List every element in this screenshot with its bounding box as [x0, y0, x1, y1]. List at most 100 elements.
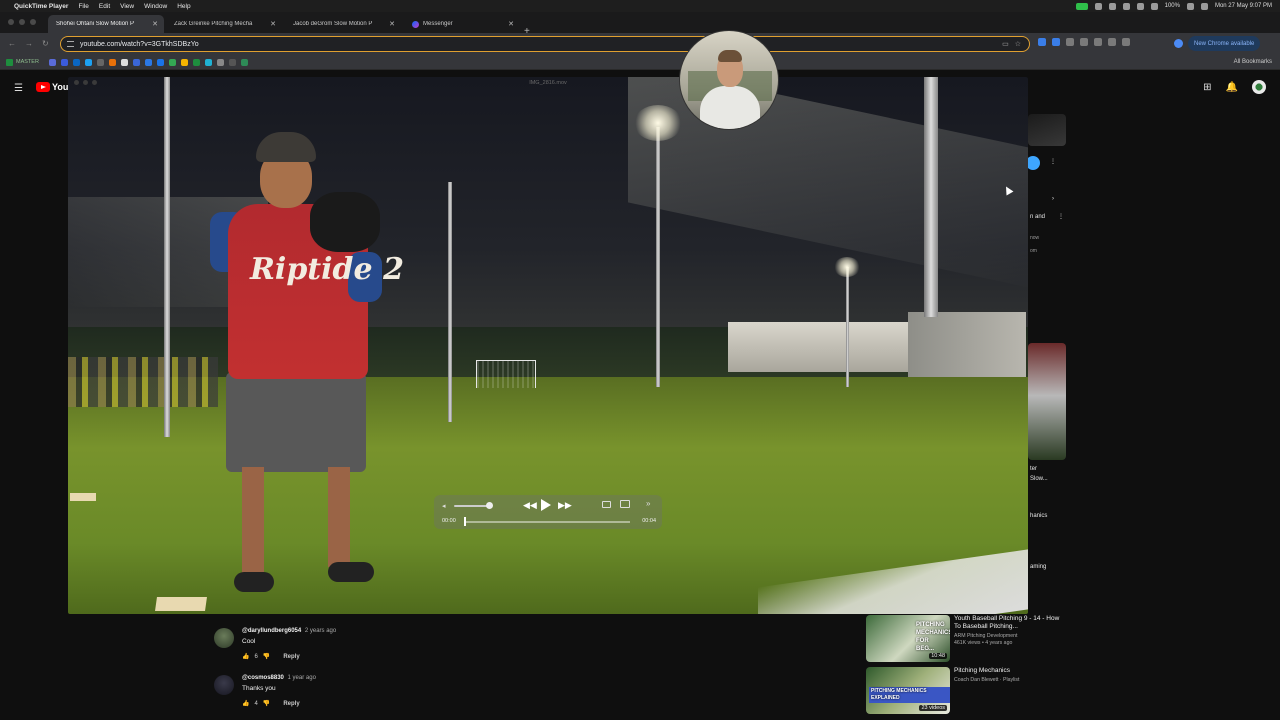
like-icon[interactable]: 👍	[242, 700, 249, 707]
close-tab-icon[interactable]: ✕	[389, 20, 395, 28]
recommendation-thumbnail[interactable]: PITCHING MECHANICS FOR BEG... 10:48	[866, 615, 950, 662]
status-icon[interactable]	[1122, 2, 1130, 10]
reply-button[interactable]: Reply	[283, 654, 299, 660]
bookmark-icon[interactable]	[120, 58, 128, 66]
recommendation-channel[interactable]: Coach Dan Blewett · Playlist	[954, 677, 1064, 684]
new-chrome-available-button[interactable]: New Chrome available	[1188, 36, 1261, 51]
minimize-window-icon[interactable]	[19, 19, 25, 25]
menu-edit[interactable]: Edit	[99, 3, 110, 10]
play-icon[interactable]	[541, 499, 551, 511]
dislike-icon[interactable]: 👎	[263, 700, 270, 707]
volume-icon[interactable]	[1150, 2, 1158, 10]
close-tab-icon[interactable]: ✕	[508, 20, 514, 28]
recommendation-thumbnail[interactable]: PITCHING MECHANICS EXPLAINED 23 videos	[866, 667, 950, 714]
tab-0[interactable]: Shohei Ohtani Slow Motion P ✕	[48, 15, 164, 92]
quicktime-titlebar[interactable]: IMG_2816.mov	[68, 77, 1028, 89]
bookmark-icon[interactable]	[48, 58, 56, 66]
bookmark-icon[interactable]	[96, 58, 104, 66]
tab-2[interactable]: Jacob deGrom Slow Motion P ✕	[285, 15, 401, 92]
extension-icon[interactable]	[1052, 38, 1060, 46]
notifications-bell-icon[interactable]: 🔔	[1226, 82, 1238, 93]
recommendation-channel[interactable]: ARM Pitching Development	[954, 633, 1064, 640]
bookmark-star-icon[interactable]: ☆	[1015, 40, 1021, 48]
reply-button[interactable]: Reply	[283, 701, 299, 707]
more-options-icon[interactable]: ⋮	[1058, 213, 1064, 221]
rewind-icon[interactable]: ◀◀	[523, 500, 537, 511]
volume-icon[interactable]: ◂	[442, 502, 446, 510]
bookmark-icon[interactable]	[168, 58, 176, 66]
webcam-overlay[interactable]	[679, 30, 779, 130]
recommendation-item[interactable]: PITCHING MECHANICS EXPLAINED 23 videos P…	[866, 667, 1064, 714]
tab-1[interactable]: Zack Greinke Pitching Mecha ✕	[166, 15, 282, 92]
extension-icon[interactable]	[1108, 38, 1116, 46]
address-url[interactable]: youtube.com/watch?v=3GTkhSDBzYo	[80, 41, 199, 48]
extensions-menu-icon[interactable]	[1122, 38, 1130, 46]
more-options-icon[interactable]: ⋮	[1050, 158, 1056, 166]
sidebar-thumbnail[interactable]	[1028, 114, 1066, 146]
zoom-window-icon[interactable]	[30, 19, 36, 25]
bookmark-icon[interactable]	[192, 58, 200, 66]
bookmark-icon[interactable]	[144, 58, 152, 66]
quicktime-player-window[interactable]: IMG_2816.mov Riptide 2 ◂ ◀◀ ▶▶ » 00:00 0…	[68, 77, 1028, 614]
all-bookmarks[interactable]: All Bookmarks	[1234, 59, 1272, 65]
fast-forward-icon[interactable]: ▶▶	[558, 500, 572, 511]
menu-app-name[interactable]: QuickTime Player	[14, 3, 68, 10]
bookmark-icon[interactable]	[204, 58, 212, 66]
bookmark-icon[interactable]	[60, 58, 68, 66]
status-icon[interactable]	[1108, 2, 1116, 10]
playhead[interactable]	[464, 517, 466, 526]
extension-icon[interactable]	[1080, 38, 1088, 46]
bookmark-icon[interactable]	[132, 58, 140, 66]
bookmark-icon[interactable]	[84, 58, 92, 66]
close-window-icon[interactable]	[74, 80, 79, 85]
comment-avatar[interactable]	[214, 628, 234, 648]
picture-in-picture-icon[interactable]	[620, 500, 630, 508]
comment-username[interactable]: @cosmos8830	[242, 675, 284, 681]
install-app-icon[interactable]: ▭	[1002, 40, 1009, 48]
like-icon[interactable]: 👍	[242, 653, 249, 660]
tab-3[interactable]: Messenger ✕	[404, 15, 520, 33]
recommendation-title[interactable]: Pitching Mechanics	[954, 667, 1064, 675]
bookmark-icon[interactable]	[156, 58, 164, 66]
sidebar-thumbnail[interactable]	[1028, 343, 1066, 460]
status-icon[interactable]	[1136, 2, 1144, 10]
bookmark-icon[interactable]	[216, 58, 224, 66]
comment-date[interactable]: 2 years ago	[305, 628, 336, 634]
comment-avatar[interactable]	[214, 675, 234, 695]
subscribe-button[interactable]	[1026, 156, 1040, 170]
zoom-window-icon[interactable]	[92, 80, 97, 85]
scrub-bar[interactable]	[464, 521, 630, 523]
site-info-icon[interactable]	[67, 41, 74, 47]
bookmark-icon[interactable]	[228, 58, 236, 66]
menu-help[interactable]: Help	[177, 3, 190, 10]
facetime-icon[interactable]	[1075, 2, 1088, 10]
dislike-icon[interactable]: 👎	[263, 653, 270, 660]
close-tab-icon[interactable]: ✕	[152, 20, 158, 28]
linkedin-icon[interactable]	[72, 58, 80, 66]
bookmark-icon[interactable]	[180, 58, 188, 66]
comment-username[interactable]: @daryllundberg6054	[242, 628, 301, 634]
airplay-icon[interactable]	[602, 501, 611, 508]
recommendation-title[interactable]: Youth Baseball Pitching 9 - 14 - How To …	[954, 615, 1064, 631]
reload-icon[interactable]: ↻	[42, 39, 49, 48]
bookmark-icon[interactable]	[108, 58, 116, 66]
extension-icon[interactable]	[1038, 38, 1046, 46]
menubar-datetime[interactable]: Mon 27 May 9:07 PM	[1215, 3, 1272, 9]
hamburger-menu-icon[interactable]: ☰	[14, 83, 23, 94]
status-icon[interactable]	[1094, 2, 1102, 10]
address-bar[interactable]: youtube.com/watch?v=3GTkhSDBzYo ▭ ☆	[60, 36, 1030, 52]
menu-window[interactable]: Window	[144, 3, 167, 10]
bookmark-icon[interactable]	[240, 58, 248, 66]
menu-file[interactable]: File	[78, 3, 88, 10]
back-icon[interactable]: ←	[8, 39, 16, 48]
minimize-window-icon[interactable]	[83, 80, 88, 85]
volume-knob[interactable]	[486, 502, 493, 509]
menu-view[interactable]: View	[120, 3, 134, 10]
extension-icon[interactable]	[1066, 38, 1074, 46]
create-video-icon[interactable]: ⊞	[1203, 82, 1211, 93]
close-tab-icon[interactable]: ✕	[270, 20, 276, 28]
profile-avatar-icon[interactable]	[1174, 39, 1183, 48]
battery-icon[interactable]	[1186, 2, 1194, 10]
extension-icon[interactable]	[1094, 38, 1102, 46]
share-icon[interactable]: »	[646, 499, 650, 508]
